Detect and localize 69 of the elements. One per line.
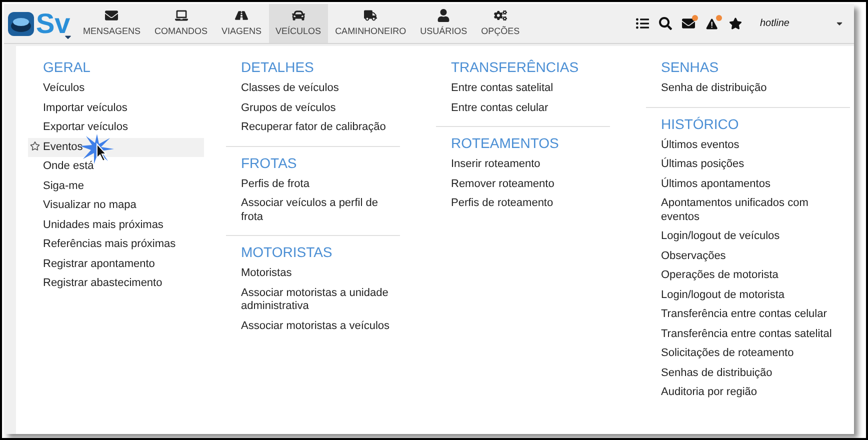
menu-item[interactable]: Operações de motorista [646,266,850,286]
menu-item[interactable]: Motoristas [226,264,400,284]
gears-icon [494,8,507,22]
user-icon [437,8,450,22]
menu-item[interactable]: Perfis de roteamento [436,194,610,214]
menu-item[interactable]: Inserir roteamento [436,155,610,174]
search-icon[interactable] [659,17,672,30]
menu-item[interactable]: Classes de veículos [226,79,400,98]
car-icon [292,8,305,22]
nav-tab[interactable]: CAMINHONEIRO [328,4,414,43]
nav-tab[interactable]: COMANDOS [148,4,215,43]
menu-item[interactable]: Senhas de distribuição [646,364,850,383]
user-menu[interactable]: hotline [760,16,844,31]
menu-item[interactable]: Visualizar no mapa [28,196,204,216]
logo-icon [8,12,34,36]
menu-item[interactable]: Eventos [28,138,204,157]
menu-section-title: FROTAS [240,154,298,172]
star-icon[interactable] [729,17,742,30]
menu-item[interactable]: Últimos eventos [646,136,850,155]
nav-tab[interactable]: USUÁRIOS [413,4,474,43]
menu-item[interactable]: Entre contas satelital [436,79,610,98]
menu-item[interactable]: Grupos de veículos [226,98,400,118]
nav-tab[interactable]: OPÇÕES [474,4,527,43]
menu-section-title: ROTEAMENTOS [450,134,560,152]
menu-section-title: TRANSFERÊNCIAS [450,58,580,76]
nav-tab[interactable]: VIAGENS [214,4,269,43]
menu-item[interactable]: Associar motoristas a veículos [226,316,400,336]
star-icon[interactable] [30,140,40,150]
road-icon [235,8,248,22]
menu-item[interactable]: Solicitações de roteamento [646,344,850,364]
menu-item[interactable]: Últimas posições [646,155,850,174]
menu-item[interactable]: Onde está [28,157,204,176]
menu-item[interactable]: Auditoria por região [646,383,850,402]
menu-item[interactable]: Login/logout de veículos [646,227,850,246]
menu-item[interactable]: Últimos apontamentos [646,174,850,194]
menu-item[interactable]: Transferência entre contas celular [646,305,850,324]
envelope-icon[interactable] [682,17,695,30]
menu-item[interactable]: Transferência entre contas satelital [646,324,850,344]
menu-item[interactable]: Perfis de frota [226,174,400,194]
menu-item[interactable]: Referências mais próximas [28,235,204,254]
menu-section-title: SENHAS [660,58,720,76]
menu-item[interactable]: Veículos [28,79,204,98]
menu-item[interactable]: Apontamentos unificados com eventos [646,194,850,227]
menu-item[interactable]: Unidades mais próximas [28,216,204,235]
menu-item[interactable]: Registrar apontamento [28,254,204,274]
menu-item[interactable]: Siga-me [28,176,204,196]
menu-section-title: HISTÓRICO [660,114,740,132]
menu-item[interactable]: Senha de distribuição [646,79,850,98]
truck-icon [364,8,378,22]
envelope-icon [105,8,118,22]
nav-tab[interactable]: MENSAGENS [76,4,148,43]
menu-item[interactable]: Login/logout de motorista [646,286,850,305]
menu-item[interactable]: Associar veículos a perfil de frota [226,194,400,227]
menu-item[interactable]: Remover roteamento [436,174,610,194]
menu-item[interactable]: Recuperar fator de calibração [226,118,400,138]
menu-section-title: DETALHES [240,58,315,76]
menu-item[interactable]: Entre contas celular [436,98,610,118]
menu-item[interactable]: Registrar abastecimento [28,274,204,294]
logo-text: Sv [36,10,70,38]
menu-section-title: MOTORISTAS [240,243,334,261]
nav-tab[interactable]: VEÍCULOS [268,4,328,43]
list-icon[interactable] [636,17,649,30]
laptop-icon [174,8,188,22]
menu-section-title: GERAL [42,58,92,76]
menu-item[interactable]: Importar veículos [28,98,204,118]
menu-item[interactable]: Observações [646,246,850,266]
menu-item[interactable]: Associar motoristas a unidade administrativa [226,284,400,316]
menu-item[interactable]: Exportar veículos [28,118,204,138]
warning-icon[interactable] [705,16,719,30]
